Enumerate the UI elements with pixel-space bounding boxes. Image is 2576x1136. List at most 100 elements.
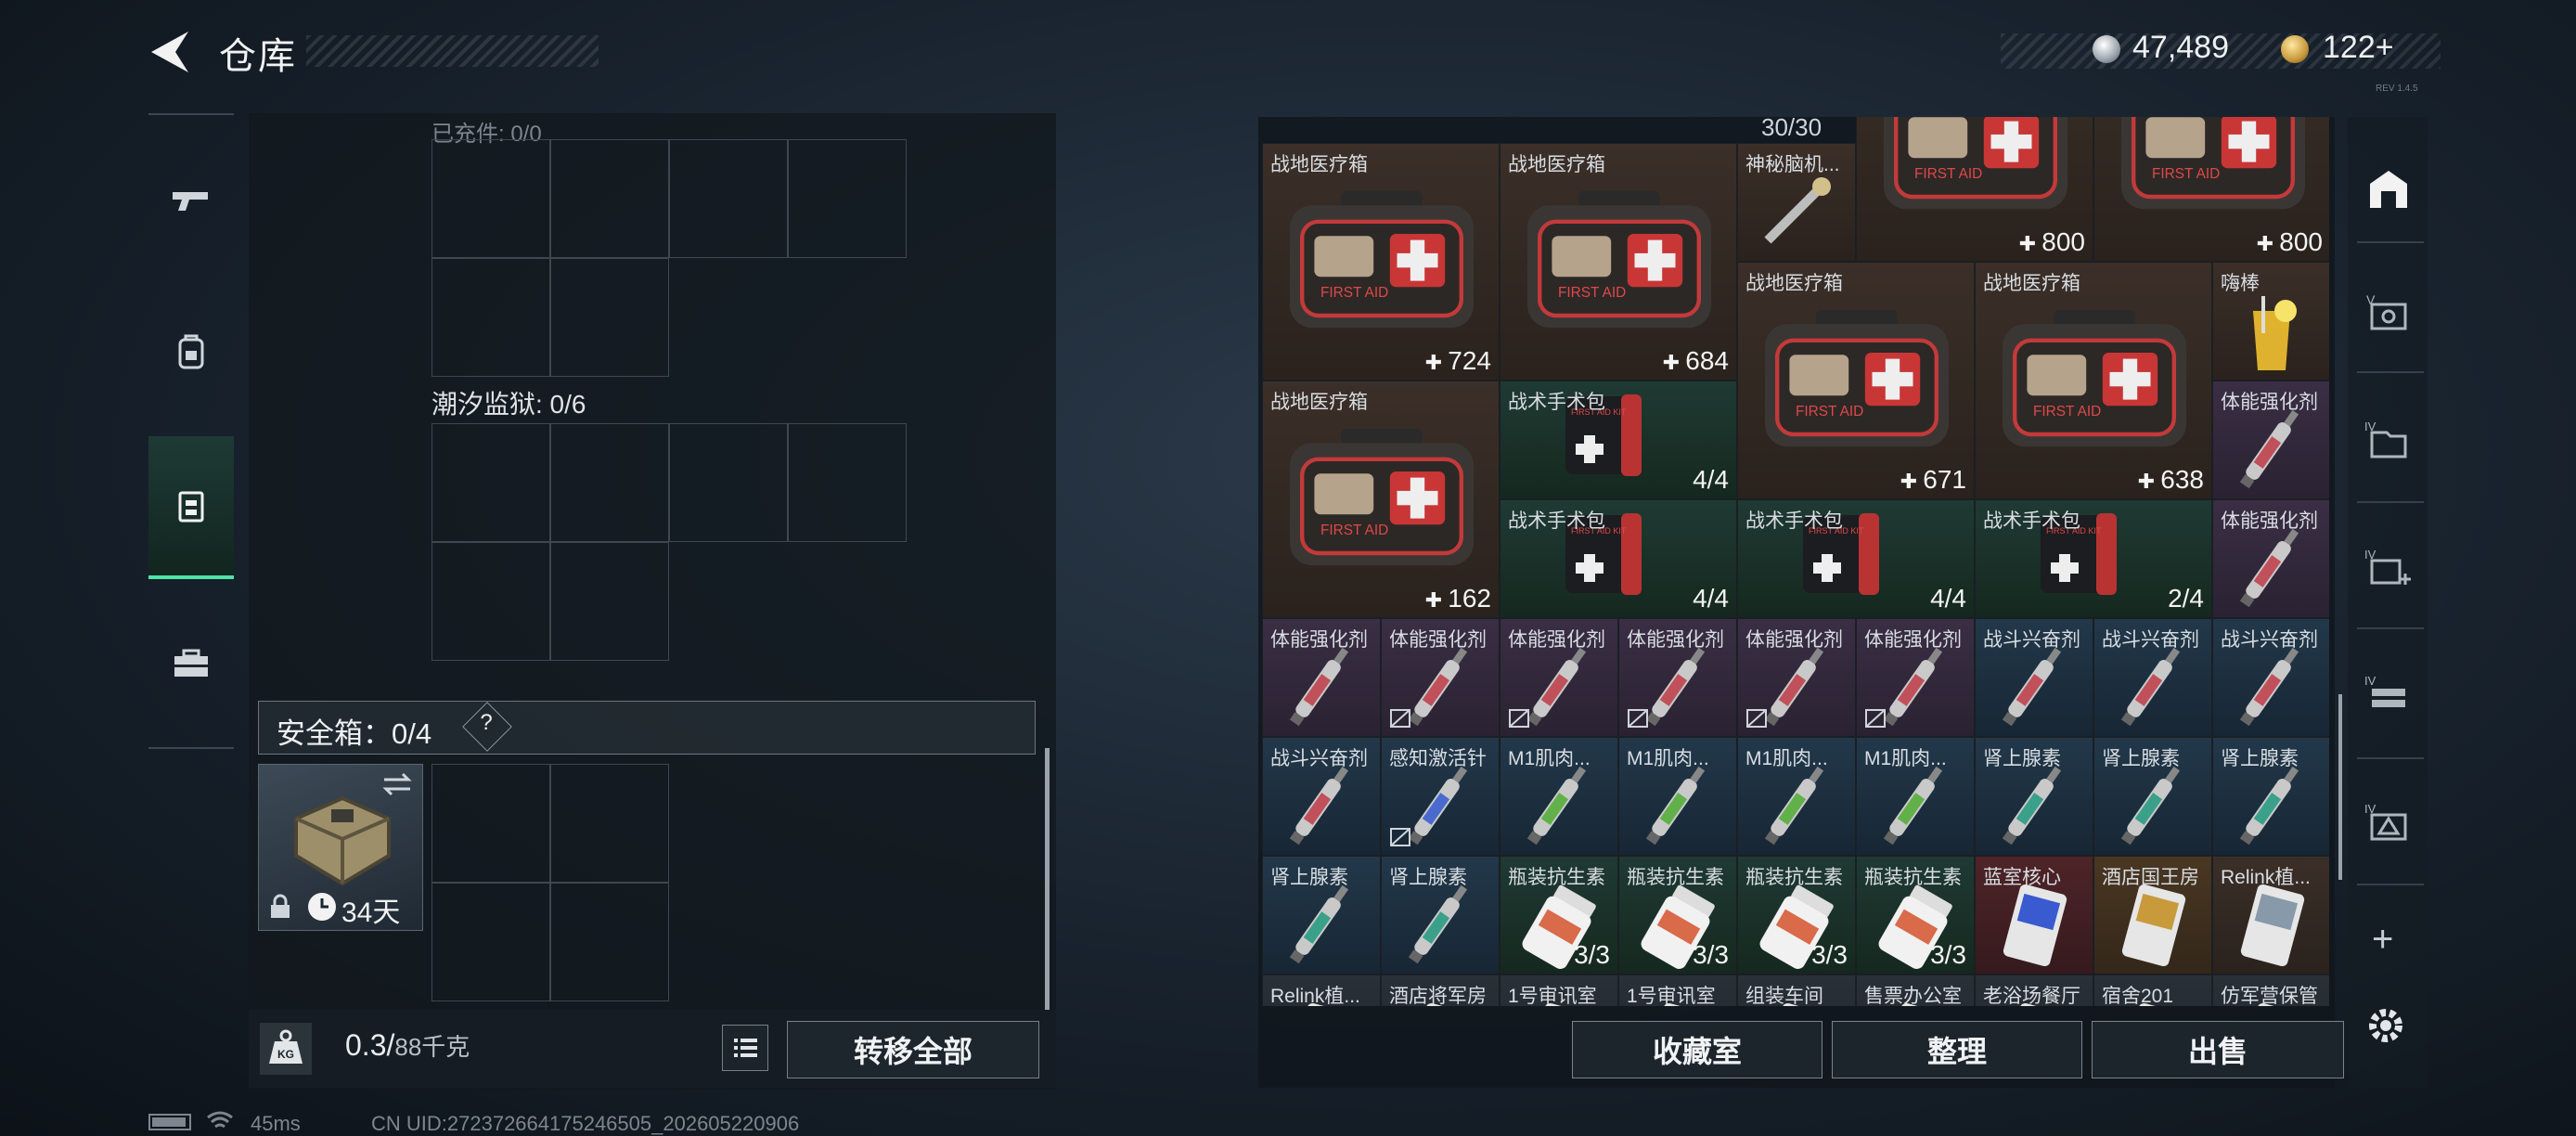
inventory-item[interactable]: 瓶装抗生素 3/3 (1856, 856, 1975, 975)
inventory-item[interactable]: 肾上腺素 (2212, 737, 2329, 856)
currency-gold-amount[interactable]: 122+ (2323, 30, 2394, 66)
inventory-item[interactable]: Relink植... (2212, 856, 2329, 975)
grid-cell[interactable] (550, 139, 669, 258)
storage-v-icon: V (2366, 292, 2407, 330)
tab-warehouse[interactable] (2355, 156, 2422, 223)
grid-cell[interactable] (431, 423, 550, 542)
inventory-item[interactable]: FIRST AID KIT 战术手术包 4/4 (1500, 381, 1737, 499)
grid-cell[interactable] (669, 423, 788, 542)
inventory-item[interactable]: 体能强化剂 (1618, 618, 1737, 737)
tab-toolbox[interactable] (148, 594, 234, 733)
inventory-item[interactable]: 瓶装抗生素 3/3 (1500, 856, 1618, 975)
inventory-item[interactable]: 老浴场餐厅 (1975, 975, 2093, 1006)
inventory-item[interactable]: 体能强化剂 (2212, 499, 2329, 618)
transfer-all-button[interactable]: 转移全部 (787, 1021, 1039, 1078)
tab-weapons[interactable] (148, 130, 234, 269)
tab-divider (2357, 627, 2424, 629)
syringe-icon (1627, 758, 1729, 852)
add-storage-icon[interactable]: + (2372, 919, 2393, 961)
inventory-item[interactable]: 肾上腺素 (1975, 737, 2093, 856)
inventory-item[interactable]: 嗨棒 (2212, 262, 2329, 381)
inventory-item[interactable]: 感知激活针 (1381, 737, 1500, 856)
inventory-item[interactable]: 1号审讯室 (1618, 975, 1737, 1006)
inventory-item[interactable]: M1肌肉... (1500, 737, 1618, 856)
grid-cell[interactable] (550, 258, 669, 377)
warehouse-capacity: 30/30 (1761, 113, 1823, 141)
tab-chest-rig[interactable] (148, 436, 234, 579)
swap-icon[interactable] (380, 770, 414, 798)
inventory-item[interactable]: 战斗兴奋剂 (1975, 618, 2093, 737)
inventory-item[interactable]: FIRST AID 800 (1856, 117, 2093, 262)
inventory-item[interactable]: 组装车间 (1737, 975, 1856, 1006)
inventory-item[interactable]: FIRST AID KIT 战术手术包 2/4 (1975, 499, 2212, 618)
grid-cell[interactable] (431, 764, 550, 883)
inventory-item[interactable]: 宿舍201 (2093, 975, 2212, 1006)
inventory-item[interactable]: 体能强化剂 (1500, 618, 1618, 737)
list-view-button[interactable] (722, 1025, 768, 1071)
grid-cell[interactable] (669, 139, 788, 258)
grid-cell[interactable] (550, 764, 669, 883)
inventory-item[interactable]: Relink植... (1262, 975, 1381, 1006)
grid-cell[interactable] (550, 542, 669, 661)
inventory-item[interactable]: 肾上腺素 (1381, 856, 1500, 975)
inventory-item[interactable]: 仿军营保管 (2212, 975, 2329, 1006)
tab-backpack[interactable] (148, 283, 234, 422)
inventory-item[interactable]: 体能强化剂 (2212, 381, 2329, 499)
item-name: 老浴场餐厅 (1983, 986, 2080, 1006)
inventory-item[interactable]: 体能强化剂 (1381, 618, 1500, 737)
currency-silver-amount[interactable]: 47,489 (2132, 30, 2229, 66)
grid-cell[interactable] (431, 883, 550, 1001)
scrollbar[interactable] (1045, 748, 1050, 1010)
organize-button[interactable]: 整理 (1832, 1021, 2082, 1078)
inventory-item[interactable]: FIRST AID 战地医疗箱 638 (1975, 262, 2212, 499)
svg-text:FIRST AID: FIRST AID (1320, 285, 1388, 301)
inventory-item[interactable]: M1肌肉... (1737, 737, 1856, 856)
grid-cell[interactable] (431, 542, 550, 661)
inventory-item[interactable]: FIRST AID KIT 战术手术包 4/4 (1737, 499, 1975, 618)
inventory-item[interactable]: 1号审讯室 (1500, 975, 1618, 1006)
inventory-item[interactable]: 蓝室核心 (1975, 856, 2093, 975)
inventory-item[interactable]: M1肌肉... (1618, 737, 1737, 856)
grid-cell[interactable] (550, 423, 669, 542)
inventory-item[interactable]: FIRST AID 800 (2093, 117, 2329, 262)
item-count: 162 (1425, 584, 1491, 613)
grid-cell[interactable] (550, 883, 669, 1001)
inventory-item[interactable]: 战斗兴奋剂 (2212, 618, 2329, 737)
inventory-item[interactable]: 战斗兴奋剂 (2093, 618, 2212, 737)
inventory-item[interactable]: FIRST AID KIT 战术手术包 4/4 (1500, 499, 1737, 618)
tab-storage-iv-4[interactable]: IV (2355, 789, 2422, 856)
inventory-item[interactable]: 体能强化剂 (1856, 618, 1975, 737)
inventory-item[interactable]: 酒店将军房 (1381, 975, 1500, 1006)
tab-storage-v[interactable]: V (2355, 278, 2422, 345)
grid-cell[interactable] (431, 258, 550, 377)
backpack-icon (178, 334, 204, 369)
inventory-item[interactable]: FIRST AID 战地医疗箱 162 (1262, 381, 1500, 618)
tab-storage-iv-2[interactable]: IV (2355, 535, 2422, 601)
gear-icon[interactable] (2363, 1002, 2409, 1049)
inventory-item[interactable]: 神秘脑机... (1737, 143, 1856, 262)
collection-room-button[interactable]: 收藏室 (1572, 1021, 1823, 1078)
tab-storage-iv-1[interactable]: IV (2355, 407, 2422, 473)
inventory-item[interactable]: 战斗兴奋剂 (1262, 737, 1381, 856)
inventory-item[interactable]: FIRST AID 战地医疗箱 671 (1737, 262, 1975, 499)
item-name: 体能强化剂 (1270, 629, 1368, 651)
inventory-item[interactable]: M1肌肉... (1856, 737, 1975, 856)
scrollbar[interactable] (2338, 694, 2342, 880)
inventory-item[interactable]: 瓶装抗生素 3/3 (1737, 856, 1856, 975)
sell-button[interactable]: 出售 (2092, 1021, 2344, 1078)
back-arrow-icon[interactable] (144, 28, 196, 76)
inventory-item[interactable]: 瓶装抗生素 3/3 (1618, 856, 1737, 975)
no-trade-icon (1389, 708, 1411, 729)
inventory-item[interactable]: FIRST AID 战地医疗箱 724 (1262, 143, 1500, 381)
tab-storage-iv-3[interactable]: IV (2355, 661, 2422, 728)
grid-cell[interactable] (431, 139, 550, 258)
inventory-item[interactable]: 酒店国王房 (2093, 856, 2212, 975)
grid-cell[interactable] (788, 423, 907, 542)
inventory-item[interactable]: 体能强化剂 (1262, 618, 1381, 737)
inventory-item[interactable]: 肾上腺素 (2093, 737, 2212, 856)
inventory-item[interactable]: FIRST AID 战地医疗箱 684 (1500, 143, 1737, 381)
inventory-item[interactable]: 售票办公室 (1856, 975, 1975, 1006)
grid-cell[interactable] (788, 139, 907, 258)
inventory-item[interactable]: 体能强化剂 (1737, 618, 1856, 737)
inventory-item[interactable]: 肾上腺素 (1262, 856, 1381, 975)
